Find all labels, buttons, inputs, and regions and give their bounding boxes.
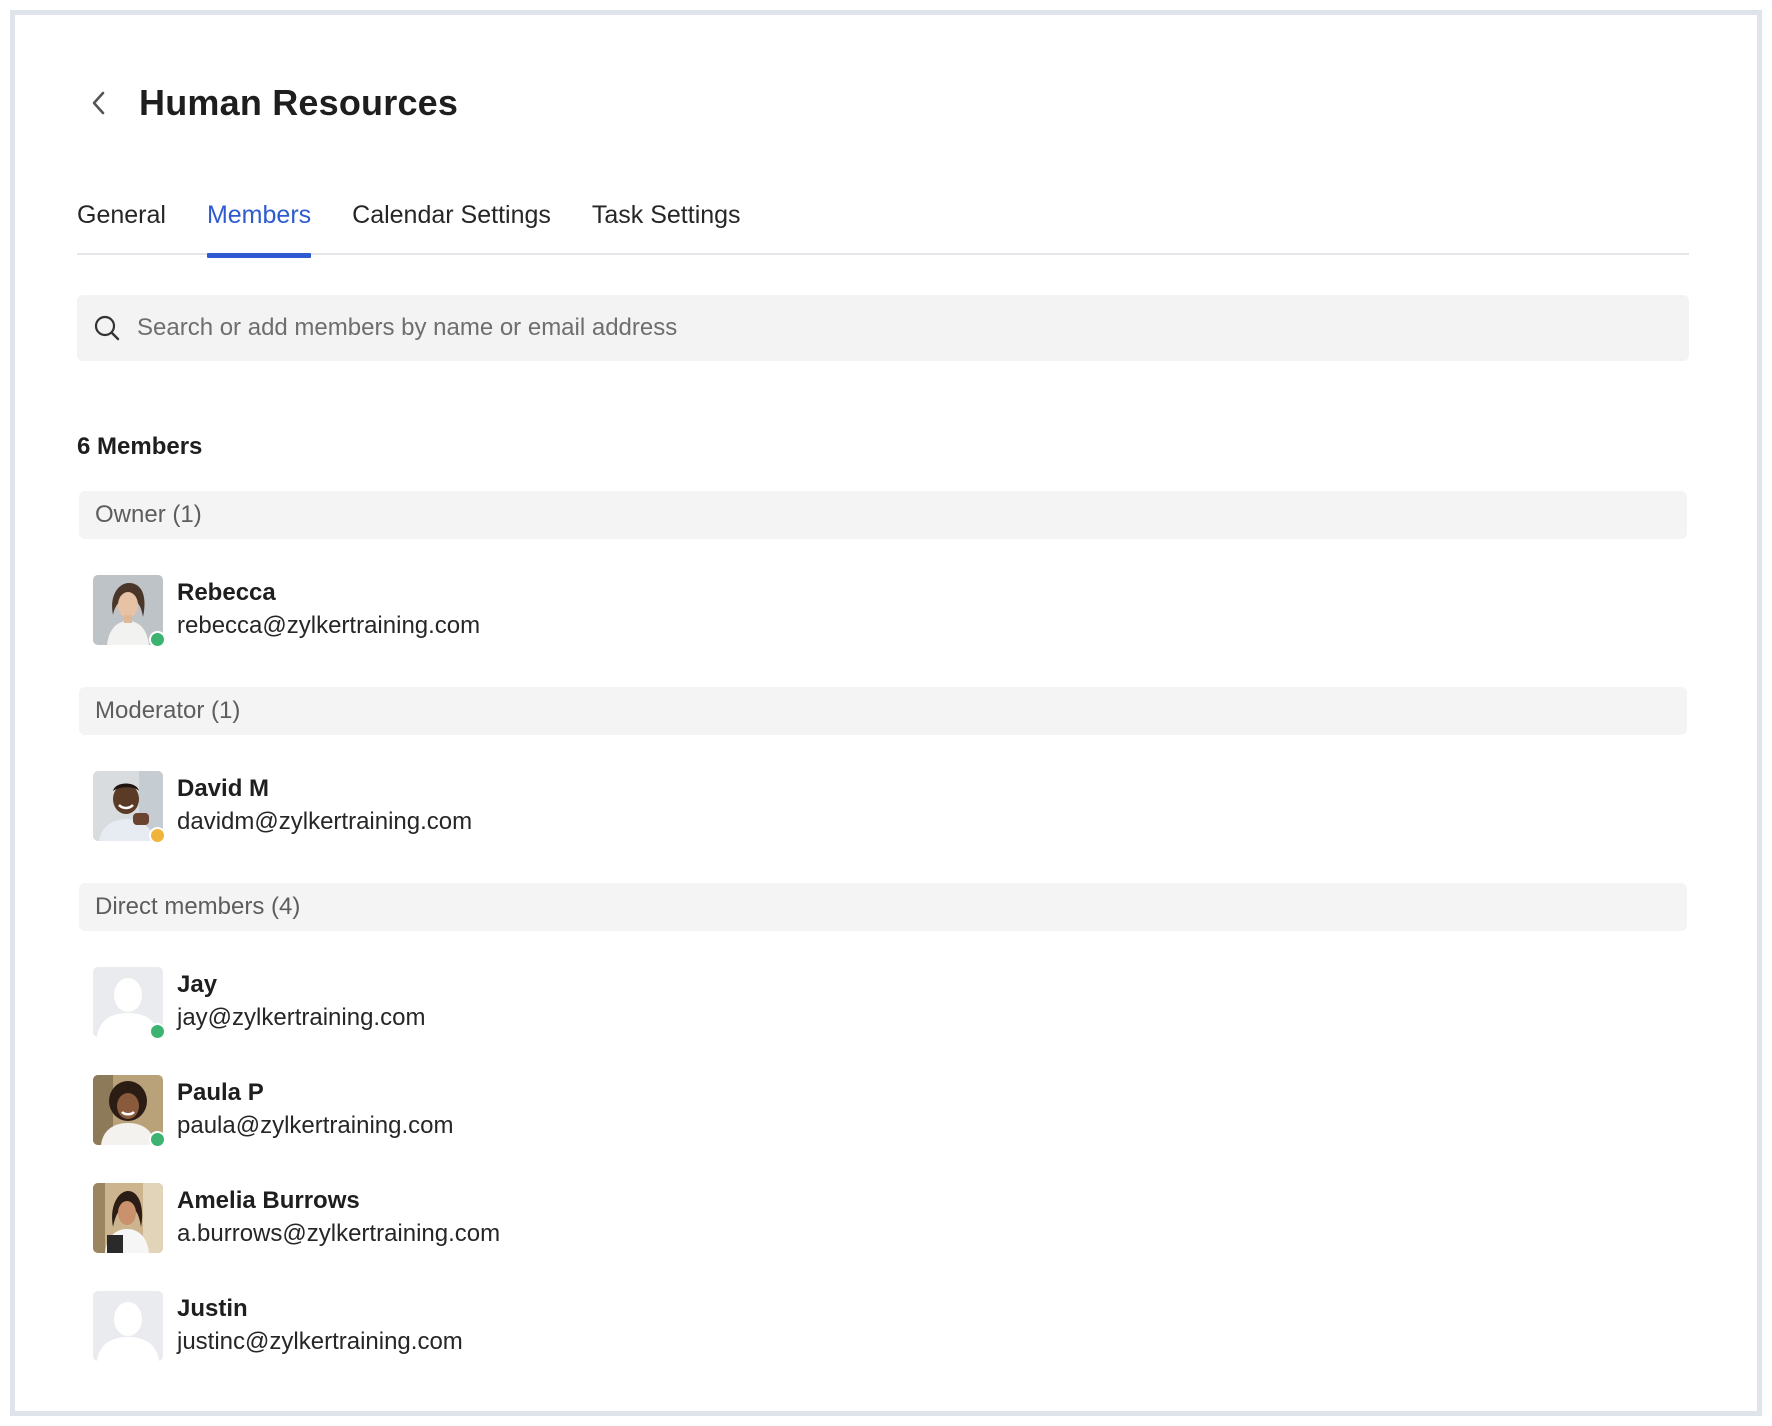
member-row[interactable]: Jay jay@zylkertraining.com [77, 967, 1689, 1040]
online-status-indicator [149, 1023, 166, 1040]
online-status-indicator [149, 631, 166, 648]
avatar[interactable] [93, 1183, 163, 1253]
member-name: David M [177, 775, 270, 802]
avatar[interactable] [93, 1291, 163, 1361]
member-email: paula@zylkertraining.com [177, 1112, 454, 1139]
member-row[interactable]: Paula P paula@zylkertraining.com [77, 1075, 1689, 1148]
avatar[interactable] [93, 575, 166, 648]
member-email: rebecca@zylkertraining.com [177, 612, 481, 639]
avatar[interactable] [93, 967, 166, 1040]
member-email: davidm@zylkertraining.com [177, 808, 473, 835]
group-header-moderator: Moderator (1) [79, 687, 1687, 735]
user-photo-icon [93, 1183, 163, 1253]
member-info: Amelia Burrows a.burrows@zylkertraining.… [177, 1185, 500, 1251]
avatar[interactable] [93, 1075, 166, 1148]
member-email: a.burrows@zylkertraining.com [177, 1220, 501, 1247]
member-info: David M davidm@zylkertraining.com [177, 773, 472, 839]
panel-frame: Human Resources General Members Calendar… [10, 10, 1762, 1416]
member-info: Paula P paula@zylkertraining.com [177, 1077, 453, 1143]
member-info: Rebecca rebecca@zylkertraining.com [177, 577, 480, 643]
group-header-owner: Owner (1) [79, 491, 1687, 539]
page-header: Human Resources [77, 73, 1689, 133]
tab-general[interactable]: General [77, 189, 166, 255]
search-icon [94, 315, 120, 341]
member-row[interactable]: Amelia Burrows a.burrows@zylkertraining.… [77, 1183, 1689, 1253]
chevron-left-icon [92, 91, 105, 115]
member-info: Justin justinc@zylkertraining.com [177, 1293, 463, 1359]
tab-members[interactable]: Members [206, 189, 312, 258]
search-input[interactable] [137, 314, 1689, 342]
member-email: jay@zylkertraining.com [177, 1004, 426, 1031]
member-name: Paula P [177, 1079, 264, 1106]
tab-task-settings[interactable]: Task Settings [592, 189, 741, 255]
team-settings-content: Human Resources General Members Calendar… [77, 73, 1689, 1361]
online-status-indicator [149, 1131, 166, 1148]
away-status-indicator [149, 827, 166, 844]
member-search-bar[interactable] [77, 295, 1689, 361]
member-name: Amelia Burrows [177, 1187, 360, 1214]
tab-calendar-settings[interactable]: Calendar Settings [352, 189, 551, 255]
member-info: Jay jay@zylkertraining.com [177, 969, 425, 1035]
member-row[interactable]: Justin justinc@zylkertraining.com [77, 1291, 1689, 1361]
members-count-heading: 6 Members [77, 433, 203, 460]
tab-bar: General Members Calendar Settings Task S… [77, 189, 1689, 258]
page-title: Human Resources [139, 82, 459, 123]
back-button[interactable] [79, 83, 119, 123]
default-user-icon [93, 1291, 163, 1361]
group-header-direct-members: Direct members (4) [79, 883, 1687, 931]
member-row[interactable]: Rebecca rebecca@zylkertraining.com [77, 575, 1689, 648]
member-email: justinc@zylkertraining.com [177, 1328, 463, 1355]
member-name: Jay [177, 971, 218, 998]
avatar[interactable] [93, 771, 166, 844]
member-name: Rebecca [177, 579, 276, 606]
member-row[interactable]: David M davidm@zylkertraining.com [77, 771, 1689, 844]
member-name: Justin [177, 1295, 248, 1322]
